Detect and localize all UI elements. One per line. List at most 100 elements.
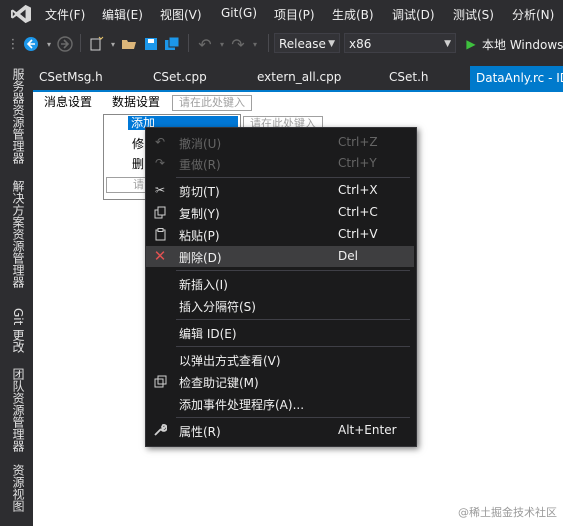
visual-studio-logo-icon[interactable] — [10, 4, 32, 24]
undo-icon: ↶ — [198, 34, 212, 54]
save-icon — [145, 38, 157, 50]
redo-toolbar-button[interactable]: ↷ — [229, 34, 247, 54]
toolbar-separator — [188, 34, 189, 52]
delete-x-icon: ✕ — [153, 247, 167, 265]
platform-value: x86 — [349, 37, 372, 51]
new-file-icon — [90, 36, 104, 51]
context-item-paste-label: 粘贴(P) — [179, 229, 220, 243]
configuration-value: Release — [279, 37, 326, 51]
menu-git[interactable]: Git(G) — [221, 6, 257, 20]
toolbar-separator — [80, 34, 81, 52]
context-item-undo-label: 撤消(U) — [179, 137, 222, 151]
redo-dropdown-icon[interactable]: ▾ — [246, 35, 264, 53]
menu-debug[interactable]: 调试(D) — [392, 6, 435, 23]
context-item-check-mnemonics-label: 检查助记键(M) — [179, 376, 259, 390]
scissors-icon: ✂ — [154, 183, 166, 197]
context-item-undo[interactable]: ↶ 撤消(U) Ctrl+Z — [146, 132, 414, 153]
configuration-dropdown[interactable]: Release ▼ — [274, 33, 340, 53]
check-mnemonics-icon — [152, 373, 168, 389]
context-item-cut-label: 剪切(T) — [179, 185, 220, 199]
context-item-properties[interactable]: 属性(R) Alt+Enter — [146, 420, 414, 441]
tab-git-changes[interactable]: Git 更改 — [5, 308, 27, 366]
chevron-down-icon: ▼ — [444, 39, 451, 49]
open-folder-icon — [122, 40, 136, 49]
context-item-copy[interactable]: 复制(Y) Ctrl+C — [146, 202, 414, 223]
context-menu-separator — [176, 417, 410, 418]
context-item-redo-label: 重做(R) — [179, 158, 221, 172]
context-menu-separator — [176, 270, 410, 271]
save-button[interactable] — [142, 35, 160, 53]
left-sidebar: 服务器资源管理器 解决方案资源管理器 Git 更改 团队资源管理器 资源视图 — [0, 62, 33, 526]
back-button[interactable] — [22, 35, 40, 53]
context-item-delete-label: 删除(D) — [179, 251, 222, 265]
redo-icon: ↷ — [231, 34, 245, 54]
context-item-redo[interactable]: ↷ 重做(R) Ctrl+Y — [146, 153, 414, 174]
context-item-popup-view[interactable]: 以弹出方式查看(V) — [146, 349, 414, 370]
tab-server-explorer[interactable]: 服务器资源管理器 — [5, 68, 27, 178]
tab-extern-all-cpp[interactable]: extern_all.cpp — [257, 70, 341, 84]
tab-dataanly-rc[interactable]: DataAnly.rc - ID — [470, 66, 563, 90]
menu-file[interactable]: 文件(F) — [45, 6, 85, 23]
submenu-item-modify[interactable]: 修 — [132, 135, 144, 152]
context-item-properties-shortcut: Alt+Enter — [338, 423, 397, 437]
menu-build[interactable]: 生成(B) — [332, 6, 374, 23]
context-item-insert-separator[interactable]: 插入分隔符(S) — [146, 295, 414, 316]
undo-toolbar-button[interactable]: ↶ — [196, 34, 214, 54]
tab-cset-cpp[interactable]: CSet.cpp — [153, 70, 207, 84]
wrench-icon — [152, 422, 168, 438]
context-item-copy-label: 复制(Y) — [179, 207, 220, 221]
menu-view[interactable]: 视图(V) — [160, 6, 202, 23]
context-item-delete[interactable]: ✕ 删除(D) Del — [146, 246, 414, 267]
context-item-undo-shortcut: Ctrl+Z — [338, 135, 378, 149]
run-button[interactable]: ▶ — [462, 35, 480, 53]
tab-team-explorer[interactable]: 团队资源管理器 — [5, 368, 27, 464]
menu-project[interactable]: 项目(P) — [274, 6, 315, 23]
menu-edit[interactable]: 编辑(E) — [102, 6, 143, 23]
save-all-icon — [165, 36, 180, 50]
menu-item-message-settings[interactable]: 消息设置 — [44, 93, 92, 110]
context-menu-separator — [176, 319, 410, 320]
document-tabs: CSetMsg.h CSet.cpp extern_all.cpp CSet.h… — [33, 66, 563, 90]
tab-solution-explorer[interactable]: 解决方案资源管理器 — [5, 180, 27, 304]
open-button[interactable] — [120, 35, 138, 53]
tab-cset-h[interactable]: CSet.h — [389, 70, 429, 84]
context-item-insert-separator-label: 插入分隔符(S) — [179, 300, 256, 314]
context-item-delete-shortcut: Del — [338, 249, 358, 263]
context-menu: ↶ 撤消(U) Ctrl+Z ↷ 重做(R) Ctrl+Y ✂ 剪切(T) Ct… — [145, 127, 417, 447]
context-item-cut[interactable]: ✂ 剪切(T) Ctrl+X — [146, 180, 414, 201]
grip-icon: ⋮ — [6, 36, 20, 52]
context-item-paste[interactable]: 粘贴(P) Ctrl+V — [146, 224, 414, 245]
context-item-paste-shortcut: Ctrl+V — [338, 227, 378, 241]
context-item-copy-shortcut: Ctrl+C — [338, 205, 378, 219]
run-target-label[interactable]: 本地 Windows — [482, 36, 563, 53]
play-icon: ▶ — [466, 37, 476, 51]
menu-test[interactable]: 测试(S) — [453, 6, 494, 23]
paste-icon — [152, 226, 168, 242]
context-item-popup-view-label: 以弹出方式查看(V) — [179, 354, 281, 368]
context-item-new-insert[interactable]: 新插入(I) — [146, 273, 414, 294]
new-item-button[interactable] — [87, 35, 105, 53]
save-all-button[interactable] — [163, 35, 181, 53]
platform-dropdown[interactable]: x86 ▼ — [344, 33, 456, 53]
redo-icon: ↷ — [154, 156, 166, 170]
context-item-add-event-handler[interactable]: 添加事件处理程序(A)... — [146, 393, 414, 414]
context-item-redo-shortcut: Ctrl+Y — [338, 156, 377, 170]
toolbar-separator — [268, 34, 269, 52]
context-item-add-event-handler-label: 添加事件处理程序(A)... — [179, 398, 305, 412]
context-item-edit-id-label: 编辑 ID(E) — [179, 327, 237, 341]
forward-button[interactable] — [56, 35, 74, 53]
context-menu-separator — [176, 177, 410, 178]
context-item-edit-id[interactable]: 编辑 ID(E) — [146, 322, 414, 343]
tab-csetmsg-h[interactable]: CSetMsg.h — [39, 70, 103, 84]
context-item-check-mnemonics[interactable]: 检查助记键(M) — [146, 371, 414, 392]
submenu-item-delete[interactable]: 删 — [132, 155, 144, 172]
tab-resource-view[interactable]: 资源视图 — [5, 464, 27, 524]
type-here-placeholder[interactable]: 请在此处键入 — [172, 95, 252, 111]
menu-analyze[interactable]: 分析(N) — [512, 6, 554, 23]
back-arrow-icon — [24, 37, 38, 51]
menu-bar: 文件(F) 编辑(E) 视图(V) Git(G) 项目(P) 生成(B) 调试(… — [0, 0, 563, 28]
context-menu-separator — [176, 346, 410, 347]
chevron-down-icon: ▼ — [328, 39, 335, 49]
menu-item-data-settings[interactable]: 数据设置 — [112, 93, 160, 110]
copy-icon — [152, 204, 168, 220]
